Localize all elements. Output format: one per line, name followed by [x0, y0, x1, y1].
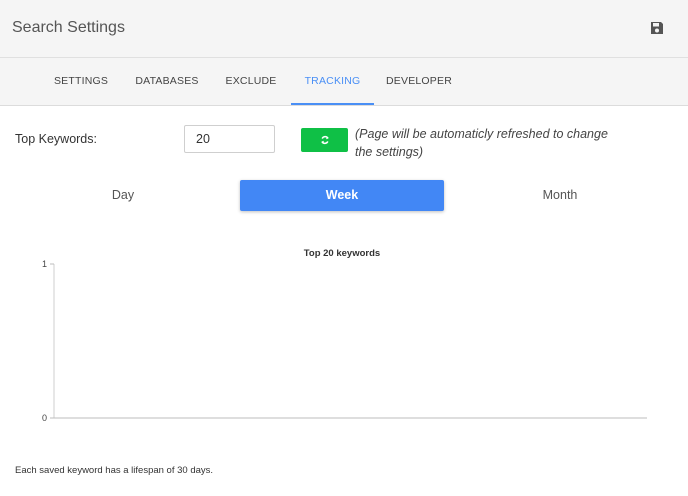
tab-developer[interactable]: DEVELOPER	[384, 58, 454, 105]
y-tick-label: 1	[42, 259, 47, 269]
refresh-icon	[320, 135, 329, 145]
tab-bar: SETTINGS DATABASES EXCLUDE TRACKING DEVE…	[0, 58, 688, 106]
save-button[interactable]	[645, 16, 669, 40]
app-header: Search Settings	[0, 0, 688, 58]
period-week-button[interactable]: Week	[240, 180, 444, 211]
refresh-note: (Page will be automaticly refreshed to c…	[355, 127, 608, 159]
top-keywords-label: Top Keywords:	[15, 132, 97, 146]
period-day-button[interactable]: Day	[28, 180, 218, 211]
refresh-button[interactable]	[301, 128, 348, 152]
period-month-button[interactable]: Month	[464, 180, 656, 211]
tab-databases[interactable]: DATABASES	[130, 58, 204, 105]
floppy-disk-icon	[651, 22, 663, 34]
top-keywords-input[interactable]	[184, 125, 275, 153]
y-tick-label: 0	[42, 413, 47, 423]
tab-tracking[interactable]: TRACKING	[291, 58, 374, 105]
chart-title: Top 20 keywords	[304, 248, 380, 259]
tab-exclude[interactable]: EXCLUDE	[221, 58, 281, 105]
tab-settings[interactable]: SETTINGS	[48, 58, 114, 105]
page-title: Search Settings	[12, 19, 125, 36]
keywords-chart: Top 20 keywords 0 1	[42, 248, 647, 423]
footer-note: Each saved keyword has a lifespan of 30 …	[15, 465, 214, 476]
